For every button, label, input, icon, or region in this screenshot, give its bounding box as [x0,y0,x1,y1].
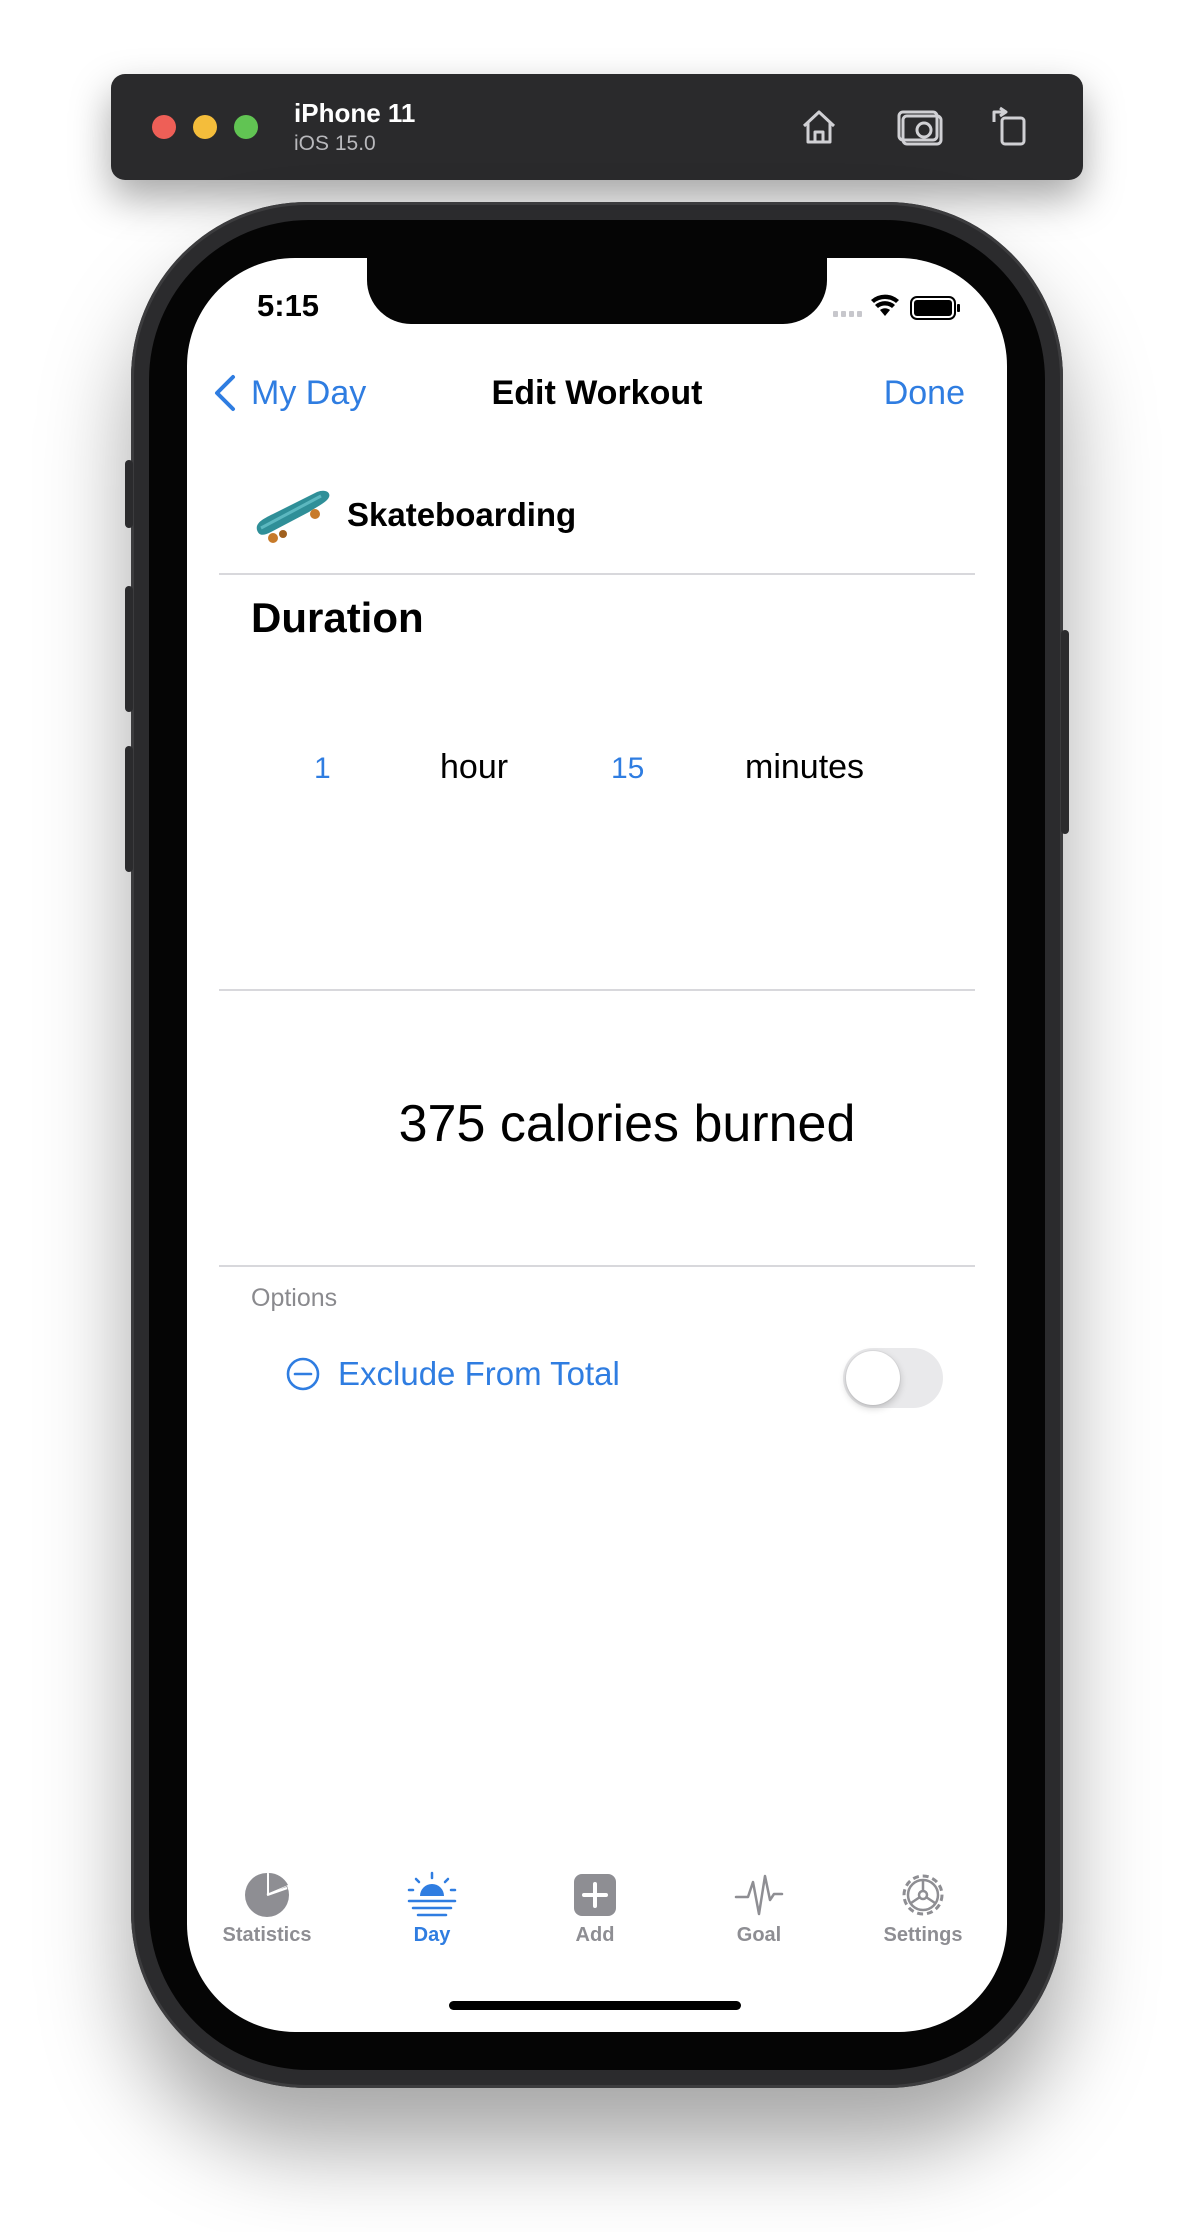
os-version: iOS 15.0 [294,132,376,155]
mute-switch [125,460,133,528]
power-button [1061,630,1069,834]
divider [219,1265,975,1267]
activity-row: Skateboarding [251,480,576,550]
rotate-icon [992,106,1026,146]
options-section-label: Options [251,1284,338,1312]
tab-label: Settings [883,1924,963,1946]
calories-burned: 375 calories burned [398,1095,856,1153]
app-screen: 5:15 My Day Edit Workout Done Skateboard… [187,258,1007,2032]
divider [219,573,975,575]
zoom-window-button[interactable] [234,115,258,139]
screenshot-button[interactable] [894,100,948,154]
minutes-value[interactable]: 15 [611,752,644,786]
duration-picker[interactable]: 1 hour 15 minutes [187,748,1007,808]
volume-up-button [125,586,133,712]
divider [219,989,975,991]
tab-settings[interactable]: Settings [853,1870,993,1947]
notch [367,258,827,324]
status-time: 5:15 [257,288,320,323]
pie-chart-icon [245,1873,289,1917]
tab-add[interactable]: Add [525,1870,665,1947]
tab-label: Statistics [222,1924,312,1946]
tab-label: Day [413,1924,451,1946]
wifi-icon [871,294,899,316]
screenshot-icon [897,110,943,146]
tab-goal[interactable]: Goal [689,1870,829,1947]
exclude-from-total-label: Exclude From Total [338,1355,620,1392]
home-indicator [449,2001,741,2010]
sunrise-icon [407,1871,457,1917]
tab-bar: Statistics Day Add Goal Settings [187,1870,1007,1970]
minimize-window-button[interactable] [193,115,217,139]
device-name: iPhone 11 [294,98,416,128]
volume-down-button [125,746,133,872]
exclude-from-total-toggle[interactable] [843,1348,943,1408]
home-icon [802,110,836,144]
tab-label: Goal [736,1924,782,1946]
signal-icon [833,311,862,317]
rotate-button[interactable] [984,100,1038,154]
battery-icon [910,296,960,320]
tab-day[interactable]: Day [362,1870,502,1947]
activity-name: Skateboarding [347,496,577,533]
close-window-button[interactable] [152,115,176,139]
home-button[interactable] [792,100,846,154]
simulator-toolbar: iPhone 11 iOS 15.0 [111,74,1083,180]
minus-circle-icon [286,1357,320,1391]
tab-statistics[interactable]: Statistics [197,1870,337,1947]
toggle-knob [846,1351,900,1405]
hours-value[interactable]: 1 [314,752,331,786]
plus-square-icon [574,1874,616,1916]
exclude-from-total-row[interactable]: Exclude From Total [284,1344,620,1404]
minutes-unit: minutes [745,748,865,786]
duration-title: Duration [251,594,424,641]
skateboard-icon [256,490,330,543]
gear-icon [902,1874,944,1916]
tab-label: Add [575,1924,615,1946]
hours-unit: hour [440,748,509,786]
heartbeat-icon [734,1874,784,1916]
done-button[interactable]: Done [884,374,965,413]
status-icons [833,294,960,320]
